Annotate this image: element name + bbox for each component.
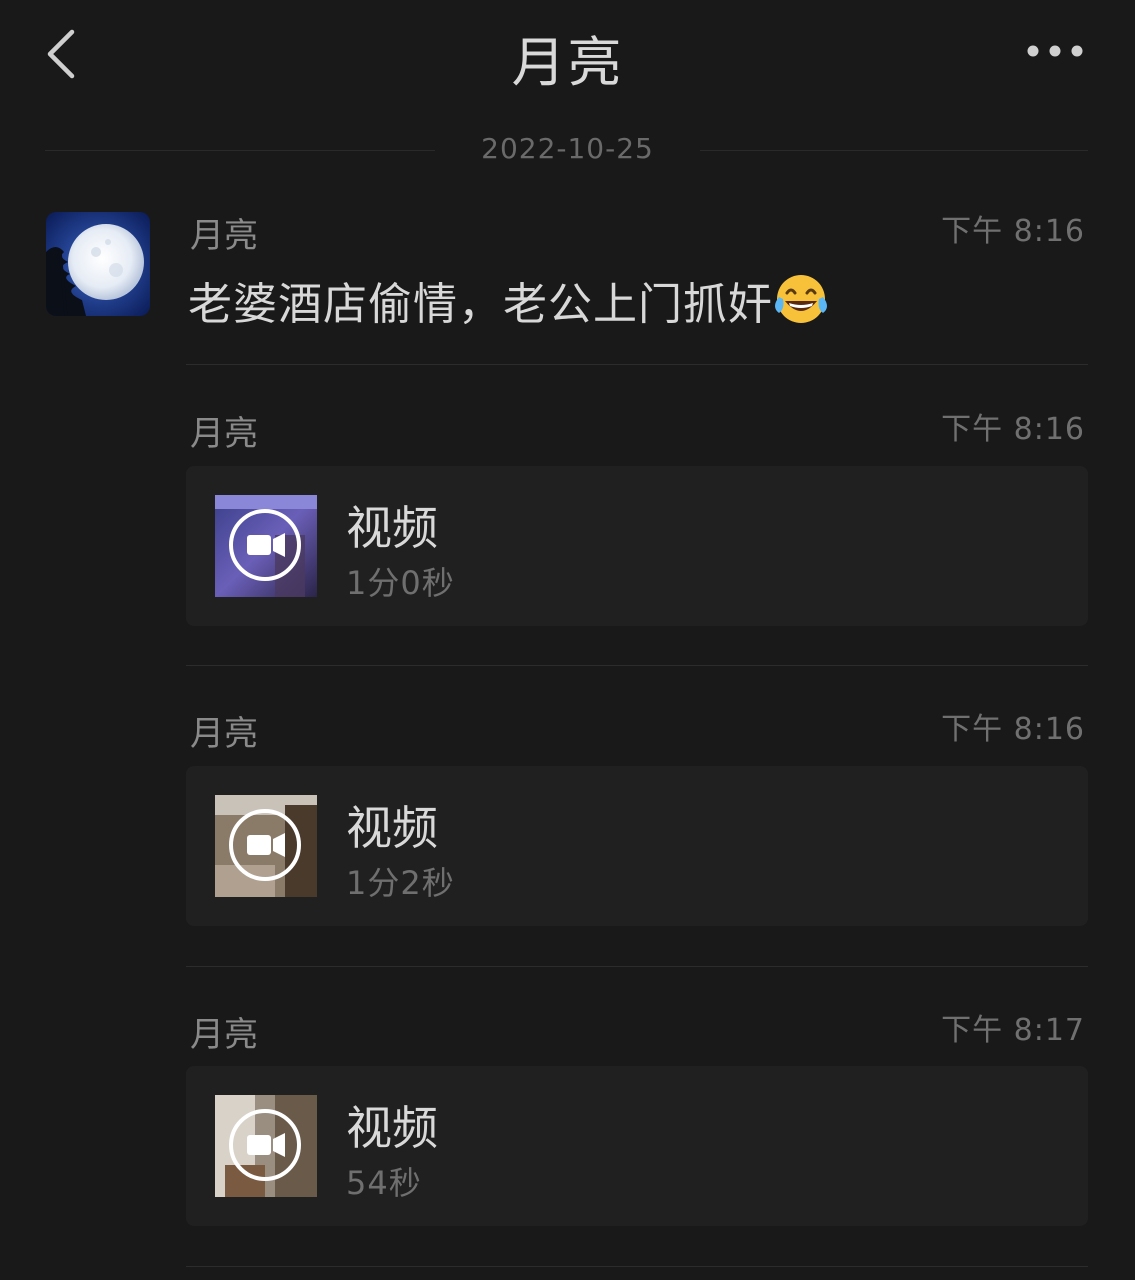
message-sender: 月亮	[190, 414, 258, 454]
message-sender: 月亮	[190, 1015, 258, 1055]
page-title: 月亮	[511, 31, 624, 94]
face-with-tears-of-joy-icon	[773, 273, 829, 336]
message-separator	[186, 665, 1088, 666]
video-thumbnail	[215, 1095, 317, 1197]
avatar[interactable]	[46, 212, 150, 316]
video-duration: 54秒	[346, 1164, 422, 1202]
message-separator	[186, 364, 1088, 365]
message-time: 下午 8:16	[941, 712, 1085, 747]
video-message-card[interactable]: 视频 1分2秒	[186, 766, 1088, 926]
message-sender: 月亮	[190, 714, 258, 754]
message-sender: 月亮	[190, 216, 258, 256]
message-time: 下午 8:16	[941, 412, 1085, 447]
message-text-content: 老婆酒店偷情，老公上门抓奸	[188, 279, 773, 330]
video-thumbnail	[215, 495, 317, 597]
message-separator	[186, 1266, 1088, 1267]
message-time: 下午 8:17	[941, 1013, 1085, 1048]
message-time: 下午 8:16	[941, 214, 1085, 249]
video-title: 视频	[346, 501, 438, 555]
video-message-card[interactable]: 视频 54秒	[186, 1066, 1088, 1226]
date-divider-line-right	[700, 150, 1088, 151]
video-duration: 1分0秒	[346, 564, 455, 602]
message-text[interactable]: 老婆酒店偷情，老公上门抓奸	[188, 268, 829, 336]
video-duration: 1分2秒	[346, 864, 455, 902]
video-title: 视频	[346, 801, 438, 855]
chat-record-page: 月亮 2022-10-25 月亮 下午 8:16 老婆酒店偷情，老公上门抓奸 月…	[0, 0, 1135, 1280]
video-thumbnail	[215, 795, 317, 897]
video-message-card[interactable]: 视频 1分0秒	[186, 466, 1088, 626]
more-dots-icon	[1027, 45, 1083, 57]
date-divider: 2022-10-25	[481, 132, 654, 165]
more-button[interactable]	[1025, 36, 1085, 66]
message-separator	[186, 966, 1088, 967]
video-title: 视频	[346, 1101, 438, 1155]
